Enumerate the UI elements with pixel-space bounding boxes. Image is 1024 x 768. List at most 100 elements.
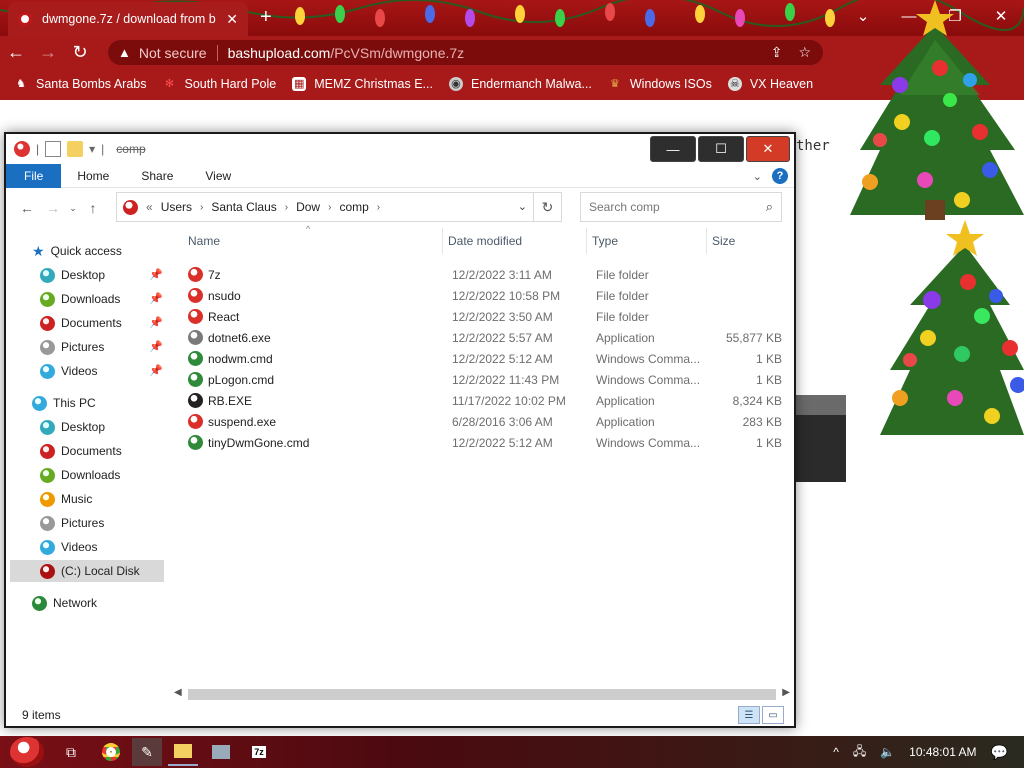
nav-network[interactable]: Network <box>32 592 97 614</box>
large-icons-view-icon[interactable]: ▭ <box>762 706 784 724</box>
control-panel-taskbar-icon[interactable] <box>206 738 236 766</box>
file-row[interactable]: React 12/2/2022 3:50 AM File folder <box>186 306 786 327</box>
bookmark-item[interactable]: ♛ Windows ISOs <box>608 77 712 91</box>
bookmark-item[interactable]: ◉ Endermanch Malwa... <box>448 77 592 91</box>
reload-icon[interactable]: ↻ <box>64 36 96 68</box>
bookmark-star-icon[interactable]: ☆ <box>798 44 811 61</box>
horizontal-scrollbar[interactable]: ◀ ▶ <box>172 686 792 702</box>
nav-quick-downloads[interactable]: Downloads <box>40 288 120 310</box>
help-icon[interactable]: ? <box>772 168 788 184</box>
back-arrow-icon[interactable]: ← <box>0 36 32 68</box>
nav-pc-music[interactable]: Music <box>40 488 92 510</box>
ribbon-tab-view[interactable]: View <box>189 164 247 188</box>
ribbon-tab-share[interactable]: Share <box>125 164 189 188</box>
ribbon-tab-file[interactable]: File <box>6 163 62 188</box>
clock[interactable]: 10:48:01 AM <box>909 745 976 759</box>
file-explorer-taskbar-icon[interactable] <box>168 738 198 766</box>
back-icon[interactable]: ← <box>14 200 40 216</box>
nav-quick-documents[interactable]: Documents <box>40 312 122 334</box>
column-divider[interactable] <box>442 228 443 254</box>
address-dropdown-icon[interactable]: ⌄ <box>518 200 527 213</box>
bookmark-item[interactable]: ♞ Santa Bombs Arabs <box>14 77 146 91</box>
volume-icon[interactable]: 🔈 <box>880 745 895 759</box>
breadcrumb-users[interactable]: Users <box>161 200 192 214</box>
paint-taskbar-icon[interactable]: ✎ <box>132 738 162 766</box>
file-row[interactable]: RB.EXE 11/17/2022 10:02 PM Application 8,32… <box>186 390 786 411</box>
bookmark-item[interactable]: ✻ South Hard Pole <box>162 77 276 91</box>
search-icon[interactable]: ⌕ <box>766 199 773 215</box>
breadcrumb-santa-claus[interactable]: Santa Claus <box>211 200 276 214</box>
ribbon-tab-home[interactable]: Home <box>61 164 125 188</box>
breadcrumb-chevron-icon[interactable]: › <box>200 202 203 213</box>
nav-pc-local-disk[interactable]: (C:) Local Disk <box>10 560 164 582</box>
browser-tab-active[interactable]: dwmgone.7z / download from b ✕ <box>8 2 248 36</box>
nav-pc-videos[interactable]: Videos <box>40 536 97 558</box>
breadcrumb-chevron-icon[interactable]: › <box>285 202 288 213</box>
file-row[interactable]: tinyDwmGone.cmd 12/2/2022 5:12 AM Windows … <box>186 432 786 453</box>
tab-close-icon[interactable]: ✕ <box>226 11 238 28</box>
explorer-app-icon[interactable] <box>14 141 30 157</box>
column-name[interactable]: Name <box>188 234 220 248</box>
new-folder-icon[interactable] <box>67 141 84 157</box>
maximize-button[interactable]: ☐ <box>698 136 744 162</box>
nav-pc-pictures[interactable]: Pictures <box>40 512 104 534</box>
breadcrumb-overflow[interactable]: « <box>146 200 153 214</box>
breadcrumb-chevron-icon[interactable]: › <box>328 202 331 213</box>
column-type[interactable]: Type <box>592 234 618 248</box>
nav-quick-desktop[interactable]: Desktop <box>40 264 105 286</box>
network-tray-icon[interactable]: 🖧 <box>853 742 866 763</box>
search-input[interactable]: Search comp ⌕ <box>580 192 782 222</box>
scrollbar-thumb[interactable] <box>188 689 776 700</box>
column-date-modified[interactable]: Date modified <box>448 234 522 248</box>
pin-icon[interactable]: 📌 <box>149 292 163 305</box>
pin-icon[interactable]: 📌 <box>149 340 163 353</box>
nav-pc-downloads[interactable]: Downloads <box>40 464 120 486</box>
warning-triangle-icon[interactable]: ▲ <box>118 45 131 60</box>
file-row[interactable]: dotnet6.exe 12/2/2022 5:57 AM Application 5… <box>186 327 786 348</box>
new-tab-button[interactable]: + <box>260 6 272 28</box>
forward-icon[interactable]: → <box>40 200 66 216</box>
chrome-taskbar-icon[interactable] <box>96 738 126 766</box>
nav-pc-documents[interactable]: Documents <box>40 440 122 462</box>
file-row[interactable]: suspend.exe 6/28/2016 3:06 AM Application 2… <box>186 411 786 432</box>
file-row[interactable]: nodwm.cmd 12/2/2022 5:12 AM Windows Comma.… <box>186 348 786 369</box>
notifications-icon[interactable]: 💬 <box>991 744 1008 761</box>
not-secure-label[interactable]: Not secure <box>139 45 207 61</box>
nav-quick-pictures[interactable]: Pictures <box>40 336 104 358</box>
start-button[interactable] <box>10 737 44 767</box>
expand-ribbon-chevron-icon[interactable]: ⌄ <box>753 170 762 183</box>
close-button[interactable]: ✕ <box>746 136 790 162</box>
column-size[interactable]: Size <box>712 234 735 248</box>
pin-icon[interactable]: 📌 <box>149 364 163 377</box>
scroll-left-icon[interactable]: ◀ <box>174 687 182 698</box>
pin-icon[interactable]: 📌 <box>149 268 163 281</box>
scroll-right-icon[interactable]: ▶ <box>782 687 790 698</box>
column-divider[interactable] <box>706 228 707 254</box>
forward-arrow-icon[interactable]: → <box>32 36 64 68</box>
nav-this-pc[interactable]: This PC <box>32 392 96 414</box>
share-icon[interactable]: ⇪ <box>771 44 783 61</box>
file-row[interactable]: pLogon.cmd 12/2/2022 11:43 PM Windows Comm… <box>186 369 786 390</box>
properties-check-icon[interactable] <box>45 141 62 157</box>
bookmark-item[interactable]: ▦ MEMZ Christmas E... <box>292 77 433 91</box>
address-bar[interactable]: ▲ Not secure bashupload.com /PcVSm/dwmgo… <box>108 40 823 65</box>
column-divider[interactable] <box>586 228 587 254</box>
nav-quick-videos[interactable]: Videos <box>40 360 97 382</box>
qat-dropdown-icon[interactable]: ▾ <box>89 142 95 156</box>
breadcrumb-chevron-icon[interactable]: › <box>377 202 380 213</box>
address-box[interactable]: « Users › Santa Claus › Dow › comp › ⌄ ↻ <box>116 192 562 222</box>
breadcrumb-comp[interactable]: comp <box>339 200 368 214</box>
recent-locations-icon[interactable]: ⌄ <box>66 203 80 214</box>
breadcrumb-dow[interactable]: Dow <box>296 200 320 214</box>
refresh-icon[interactable]: ↻ <box>533 193 561 221</box>
task-view-icon[interactable]: ⧉ <box>56 738 86 766</box>
minimize-button[interactable]: — <box>650 136 696 162</box>
details-view-icon[interactable]: ☰ <box>738 706 760 724</box>
file-row[interactable]: nsudo 12/2/2022 10:58 PM File folder <box>186 285 786 306</box>
bookmark-item[interactable]: ☠ VX Heaven <box>727 77 813 91</box>
up-icon[interactable]: ↑ <box>80 200 106 216</box>
nav-quick-access[interactable]: ★ Quick access <box>32 240 122 262</box>
7zip-taskbar-icon[interactable]: 7z <box>244 738 274 766</box>
nav-pc-desktop[interactable]: Desktop <box>40 416 105 438</box>
show-hidden-icons-icon[interactable]: ^ <box>833 745 839 759</box>
